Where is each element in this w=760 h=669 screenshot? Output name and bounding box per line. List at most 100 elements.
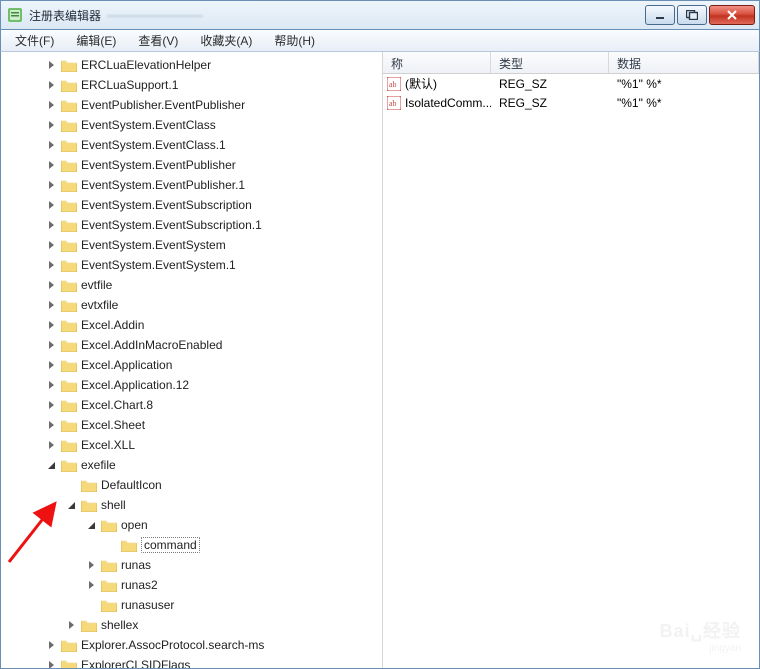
- tree-node[interactable]: ERCLuaSupport.1: [1, 75, 382, 95]
- close-icon: [726, 10, 738, 20]
- folder-icon: [61, 658, 77, 668]
- tree-node[interactable]: Excel.Chart.8: [1, 395, 382, 415]
- expander-closed-icon[interactable]: [45, 79, 57, 91]
- values-list-body[interactable]: (默认)REG_SZ"%1" %*IsolatedComm...REG_SZ"%…: [383, 74, 759, 668]
- tree-node[interactable]: Excel.Application: [1, 355, 382, 375]
- expander-closed-icon[interactable]: [45, 259, 57, 271]
- tree-node[interactable]: command: [1, 535, 382, 555]
- tree-node-label: runas2: [121, 578, 158, 592]
- expander-closed-icon[interactable]: [85, 579, 97, 591]
- close-button[interactable]: [709, 5, 755, 25]
- expander-closed-icon[interactable]: [45, 339, 57, 351]
- tree-node[interactable]: EventPublisher.EventPublisher: [1, 95, 382, 115]
- tree-node[interactable]: runas: [1, 555, 382, 575]
- tree-node[interactable]: runas2: [1, 575, 382, 595]
- expander-closed-icon[interactable]: [45, 319, 57, 331]
- column-header-name[interactable]: 称: [383, 52, 491, 73]
- expander-closed-icon[interactable]: [45, 199, 57, 211]
- value-name: (默认): [405, 75, 437, 92]
- expander-closed-icon[interactable]: [45, 639, 57, 651]
- value-row[interactable]: (默认)REG_SZ"%1" %*: [383, 74, 759, 93]
- folder-icon: [61, 138, 77, 152]
- tree-node-label: EventPublisher.EventPublisher: [81, 98, 245, 112]
- column-header-type[interactable]: 类型: [491, 52, 609, 73]
- expander-open-icon[interactable]: [65, 499, 77, 511]
- tree-node[interactable]: EventSystem.EventPublisher.1: [1, 175, 382, 195]
- tree-node[interactable]: EventSystem.EventClass.1: [1, 135, 382, 155]
- tree-node[interactable]: Excel.Addin: [1, 315, 382, 335]
- folder-icon: [81, 618, 97, 632]
- tree-node[interactable]: Excel.Application.12: [1, 375, 382, 395]
- menu-file[interactable]: 文件(F): [5, 30, 64, 51]
- expander-closed-icon[interactable]: [65, 619, 77, 631]
- tree-node[interactable]: shellex: [1, 615, 382, 635]
- tree-node[interactable]: evtxfile: [1, 295, 382, 315]
- expander-closed-icon[interactable]: [45, 279, 57, 291]
- folder-icon: [61, 458, 77, 472]
- folder-icon: [61, 358, 77, 372]
- tree-node[interactable]: runasuser: [1, 595, 382, 615]
- expander-closed-icon[interactable]: [45, 359, 57, 371]
- tree-node-label: exefile: [81, 458, 116, 472]
- tree-node[interactable]: EventSystem.EventSystem: [1, 235, 382, 255]
- value-row[interactable]: IsolatedComm...REG_SZ"%1" %*: [383, 93, 759, 112]
- tree-node[interactable]: Excel.AddInMacroEnabled: [1, 335, 382, 355]
- tree-node[interactable]: exefile: [1, 455, 382, 475]
- maximize-button[interactable]: [677, 5, 707, 25]
- folder-icon: [61, 438, 77, 452]
- expander-open-icon[interactable]: [45, 459, 57, 471]
- tree-node[interactable]: open: [1, 515, 382, 535]
- folder-icon: [61, 258, 77, 272]
- expander-closed-icon[interactable]: [45, 139, 57, 151]
- tree-node-label: command: [141, 537, 200, 553]
- folder-icon: [61, 78, 77, 92]
- tree-node[interactable]: Excel.XLL: [1, 435, 382, 455]
- expander-closed-icon[interactable]: [45, 399, 57, 411]
- folder-icon: [121, 538, 137, 552]
- folder-icon: [61, 418, 77, 432]
- expander-closed-icon[interactable]: [45, 379, 57, 391]
- expander-closed-icon[interactable]: [45, 119, 57, 131]
- value-name: IsolatedComm...: [405, 96, 491, 110]
- menu-favorites[interactable]: 收藏夹(A): [190, 30, 262, 51]
- window-controls: [645, 5, 755, 25]
- tree-node-label: Excel.Addin: [81, 318, 144, 332]
- string-value-icon: [387, 77, 401, 91]
- tree-node[interactable]: ExplorerCLSIDFlags: [1, 655, 382, 668]
- tree-node-label: evtxfile: [81, 298, 118, 312]
- column-header-data[interactable]: 数据: [609, 52, 759, 73]
- expander-closed-icon[interactable]: [45, 299, 57, 311]
- menu-edit[interactable]: 编辑(E): [66, 30, 126, 51]
- tree-node[interactable]: evtfile: [1, 275, 382, 295]
- minimize-icon: [655, 10, 665, 20]
- minimize-button[interactable]: [645, 5, 675, 25]
- registry-tree[interactable]: ERCLuaElevationHelperERCLuaSupport.1 Even…: [1, 52, 383, 668]
- tree-node-label: EventSystem.EventClass.1: [81, 138, 226, 152]
- expander-closed-icon[interactable]: [45, 219, 57, 231]
- expander-closed-icon[interactable]: [85, 559, 97, 571]
- tree-node[interactable]: ERCLuaElevationHelper: [1, 55, 382, 75]
- expander-closed-icon[interactable]: [45, 439, 57, 451]
- expander-open-icon[interactable]: [85, 519, 97, 531]
- folder-icon: [81, 478, 97, 492]
- tree-node[interactable]: Explorer.AssocProtocol.search-ms: [1, 635, 382, 655]
- expander-closed-icon[interactable]: [45, 239, 57, 251]
- folder-icon: [61, 278, 77, 292]
- expander-closed-icon[interactable]: [45, 419, 57, 431]
- tree-node[interactable]: EventSystem.EventSystem.1: [1, 255, 382, 275]
- expander-closed-icon[interactable]: [45, 99, 57, 111]
- tree-node[interactable]: Excel.Sheet: [1, 415, 382, 435]
- tree-node-label: shell: [101, 498, 126, 512]
- tree-node[interactable]: EventSystem.EventClass: [1, 115, 382, 135]
- tree-node[interactable]: shell: [1, 495, 382, 515]
- menu-view[interactable]: 查看(V): [128, 30, 188, 51]
- expander-closed-icon[interactable]: [45, 59, 57, 71]
- expander-closed-icon[interactable]: [45, 159, 57, 171]
- tree-node[interactable]: EventSystem.EventSubscription.1: [1, 215, 382, 235]
- expander-closed-icon[interactable]: [45, 179, 57, 191]
- expander-closed-icon[interactable]: [45, 659, 57, 668]
- tree-node[interactable]: EventSystem.EventPublisher: [1, 155, 382, 175]
- tree-node[interactable]: EventSystem.EventSubscription: [1, 195, 382, 215]
- menu-help[interactable]: 帮助(H): [264, 30, 325, 51]
- tree-node[interactable]: DefaultIcon: [1, 475, 382, 495]
